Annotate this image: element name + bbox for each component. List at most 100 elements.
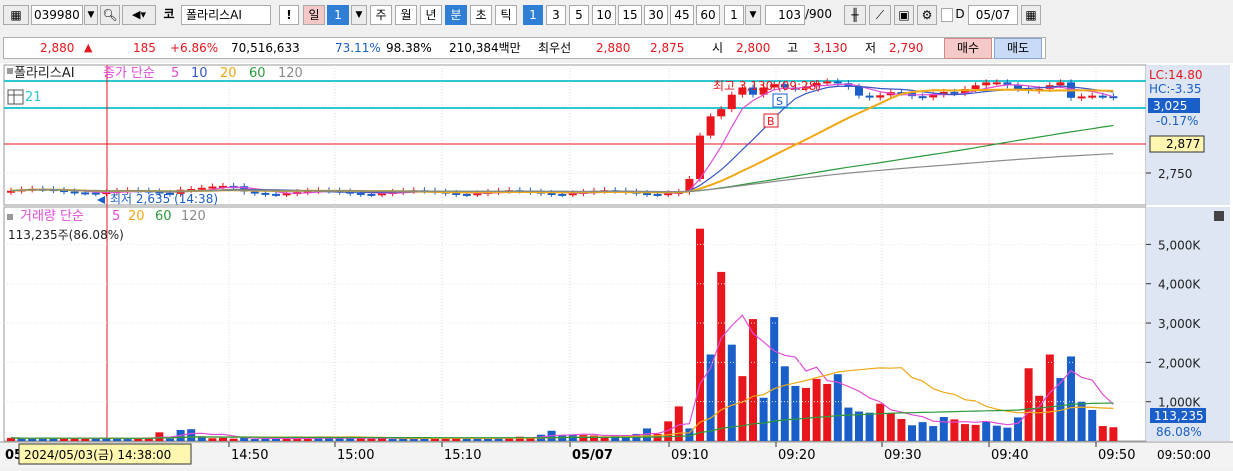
- tab-week[interactable]: 주: [370, 5, 392, 25]
- volume-panel-handle-icon[interactable]: [7, 214, 13, 220]
- time-axis-label: 09:50: [1098, 448, 1135, 463]
- buy-button[interactable]: 매수: [944, 38, 992, 59]
- volume-bar: [579, 435, 588, 441]
- volume-bar: [844, 407, 853, 441]
- minute-option-10[interactable]: 10: [592, 5, 616, 25]
- volume-axis-tick: 4,000K: [1158, 278, 1201, 292]
- volume-bar: [28, 438, 37, 441]
- chart-svg[interactable]: 폴라리스AI 종가 단순 5 10 20 60 120 21 최고 3,130 …: [0, 63, 1233, 468]
- day-count-dropdown-icon[interactable]: ▼: [351, 5, 367, 25]
- date-checkbox-label: D: [955, 7, 965, 21]
- calendar-icon[interactable]: ▦: [1021, 5, 1041, 25]
- volume-bar: [219, 437, 227, 441]
- low-annotation: 최저 2,635 (14:38): [110, 192, 218, 206]
- tab-month[interactable]: 월: [395, 5, 417, 25]
- minute-option-3[interactable]: 3: [546, 5, 566, 25]
- market-badge: 코: [163, 7, 175, 21]
- volume-bar: [1098, 426, 1107, 441]
- price-panel-name: 폴라리스AI: [14, 66, 75, 81]
- candle-body: [462, 193, 471, 196]
- volume-panel-frame: [3, 206, 1147, 442]
- volume-axis-tick: 1,000K: [1158, 396, 1201, 410]
- low-price: 2,790: [889, 41, 924, 55]
- tab-year[interactable]: 년: [420, 5, 442, 25]
- volume-bar: [865, 412, 874, 441]
- minute-option-1[interactable]: 1: [523, 5, 543, 25]
- tab-tick[interactable]: 틱: [495, 5, 517, 25]
- candle-body: [706, 116, 715, 136]
- chart-area[interactable]: 폴라리스AI 종가 단순 5 10 20 60 120 21 최고 3,130 …: [0, 63, 1233, 468]
- volume-bar: [1024, 368, 1033, 441]
- price-panel-handle-icon[interactable]: [7, 68, 13, 74]
- best-ask: 2,880: [596, 41, 631, 55]
- search-icon[interactable]: 🔍︎: [100, 5, 120, 25]
- gear-icon[interactable]: ⚙: [917, 5, 937, 25]
- volume-bar: [1003, 427, 1012, 441]
- candle-body: [833, 81, 842, 84]
- candle-body: [367, 193, 376, 196]
- minute-option-45[interactable]: 45: [670, 5, 694, 25]
- toolbar: ▦ 039980 ▼ 🔍︎ ◀▾ 코 폴라리스AI ! 일 1 ▼ 주 월 년 …: [0, 0, 1233, 33]
- volume-bar: [812, 378, 821, 441]
- candle-body: [261, 192, 270, 195]
- screen-menu-icon[interactable]: ▦: [3, 5, 29, 25]
- sound-dropdown-icon[interactable]: ◀▾: [122, 5, 156, 25]
- display-count-input[interactable]: 103: [765, 5, 805, 25]
- volume-bar: [770, 317, 779, 441]
- up-triangle-icon: ▲: [84, 41, 93, 54]
- stock-name-field[interactable]: 폴라리스AI: [181, 5, 271, 25]
- volume-bar: [939, 417, 948, 441]
- vol-legend-ma20: 20: [128, 209, 145, 224]
- volume-bar: [1109, 427, 1118, 441]
- change-percent: +6.86%: [170, 41, 219, 55]
- trade-amount: 210,384백만: [449, 41, 521, 55]
- save-icon[interactable]: ▣: [894, 5, 914, 25]
- date-input[interactable]: 05/07: [968, 5, 1018, 25]
- minute-option-15[interactable]: 15: [618, 5, 642, 25]
- time-axis-label: 09:20: [778, 448, 815, 463]
- sell-button[interactable]: 매도: [994, 38, 1042, 59]
- time-axis-label: 09:40: [991, 448, 1028, 463]
- volume-bar: [166, 438, 174, 441]
- candle-body: [717, 109, 726, 117]
- interval-input[interactable]: 1: [724, 5, 744, 25]
- tab-second[interactable]: 초: [470, 5, 492, 25]
- tab-minute[interactable]: 분: [445, 5, 467, 25]
- date-checkbox[interactable]: [941, 8, 953, 22]
- time-axis-label: 15:00: [337, 448, 374, 463]
- minute-option-5[interactable]: 5: [569, 5, 589, 25]
- vol-legend-ma120: 120: [181, 209, 206, 224]
- candle-body: [727, 94, 736, 110]
- volume-bar: [950, 419, 959, 441]
- volume-close-icon[interactable]: [1214, 211, 1224, 221]
- price-legend-label: 종가 단순: [103, 66, 155, 81]
- volume-bar: [908, 425, 916, 441]
- candle-body: [876, 95, 885, 98]
- volume-label: 거래량 단순: [20, 209, 84, 224]
- volume-bar: [897, 418, 906, 441]
- legend-ma10: 10: [191, 66, 208, 81]
- legend-ma20: 20: [220, 66, 237, 81]
- minute-option-30[interactable]: 30: [644, 5, 668, 25]
- volume-bar: [1045, 354, 1054, 441]
- volume-total: 70,516,633: [231, 41, 300, 55]
- volume-bar: [791, 385, 800, 441]
- stock-code-input[interactable]: 039980: [31, 5, 83, 25]
- code-dropdown-icon[interactable]: ▼: [84, 5, 98, 25]
- tab-day[interactable]: 일: [303, 5, 325, 25]
- volume-bar: [187, 429, 196, 441]
- open-label: 시: [712, 41, 724, 55]
- volume-bar: [282, 438, 291, 441]
- volume-bar: [929, 426, 938, 441]
- trendline-icon[interactable]: ⟋: [869, 5, 891, 25]
- interval-dropdown-icon[interactable]: ▼: [745, 5, 761, 25]
- minute-option-60[interactable]: 60: [696, 5, 720, 25]
- volume-bar: [462, 438, 471, 441]
- day-count[interactable]: 1: [327, 5, 349, 25]
- warning-button[interactable]: !: [279, 5, 299, 25]
- volume-bar: [749, 319, 757, 441]
- candle-style-icon[interactable]: ╫: [844, 5, 866, 25]
- price-change: 185: [133, 41, 156, 55]
- candle-body: [272, 193, 280, 196]
- volume-bar: [60, 438, 68, 441]
